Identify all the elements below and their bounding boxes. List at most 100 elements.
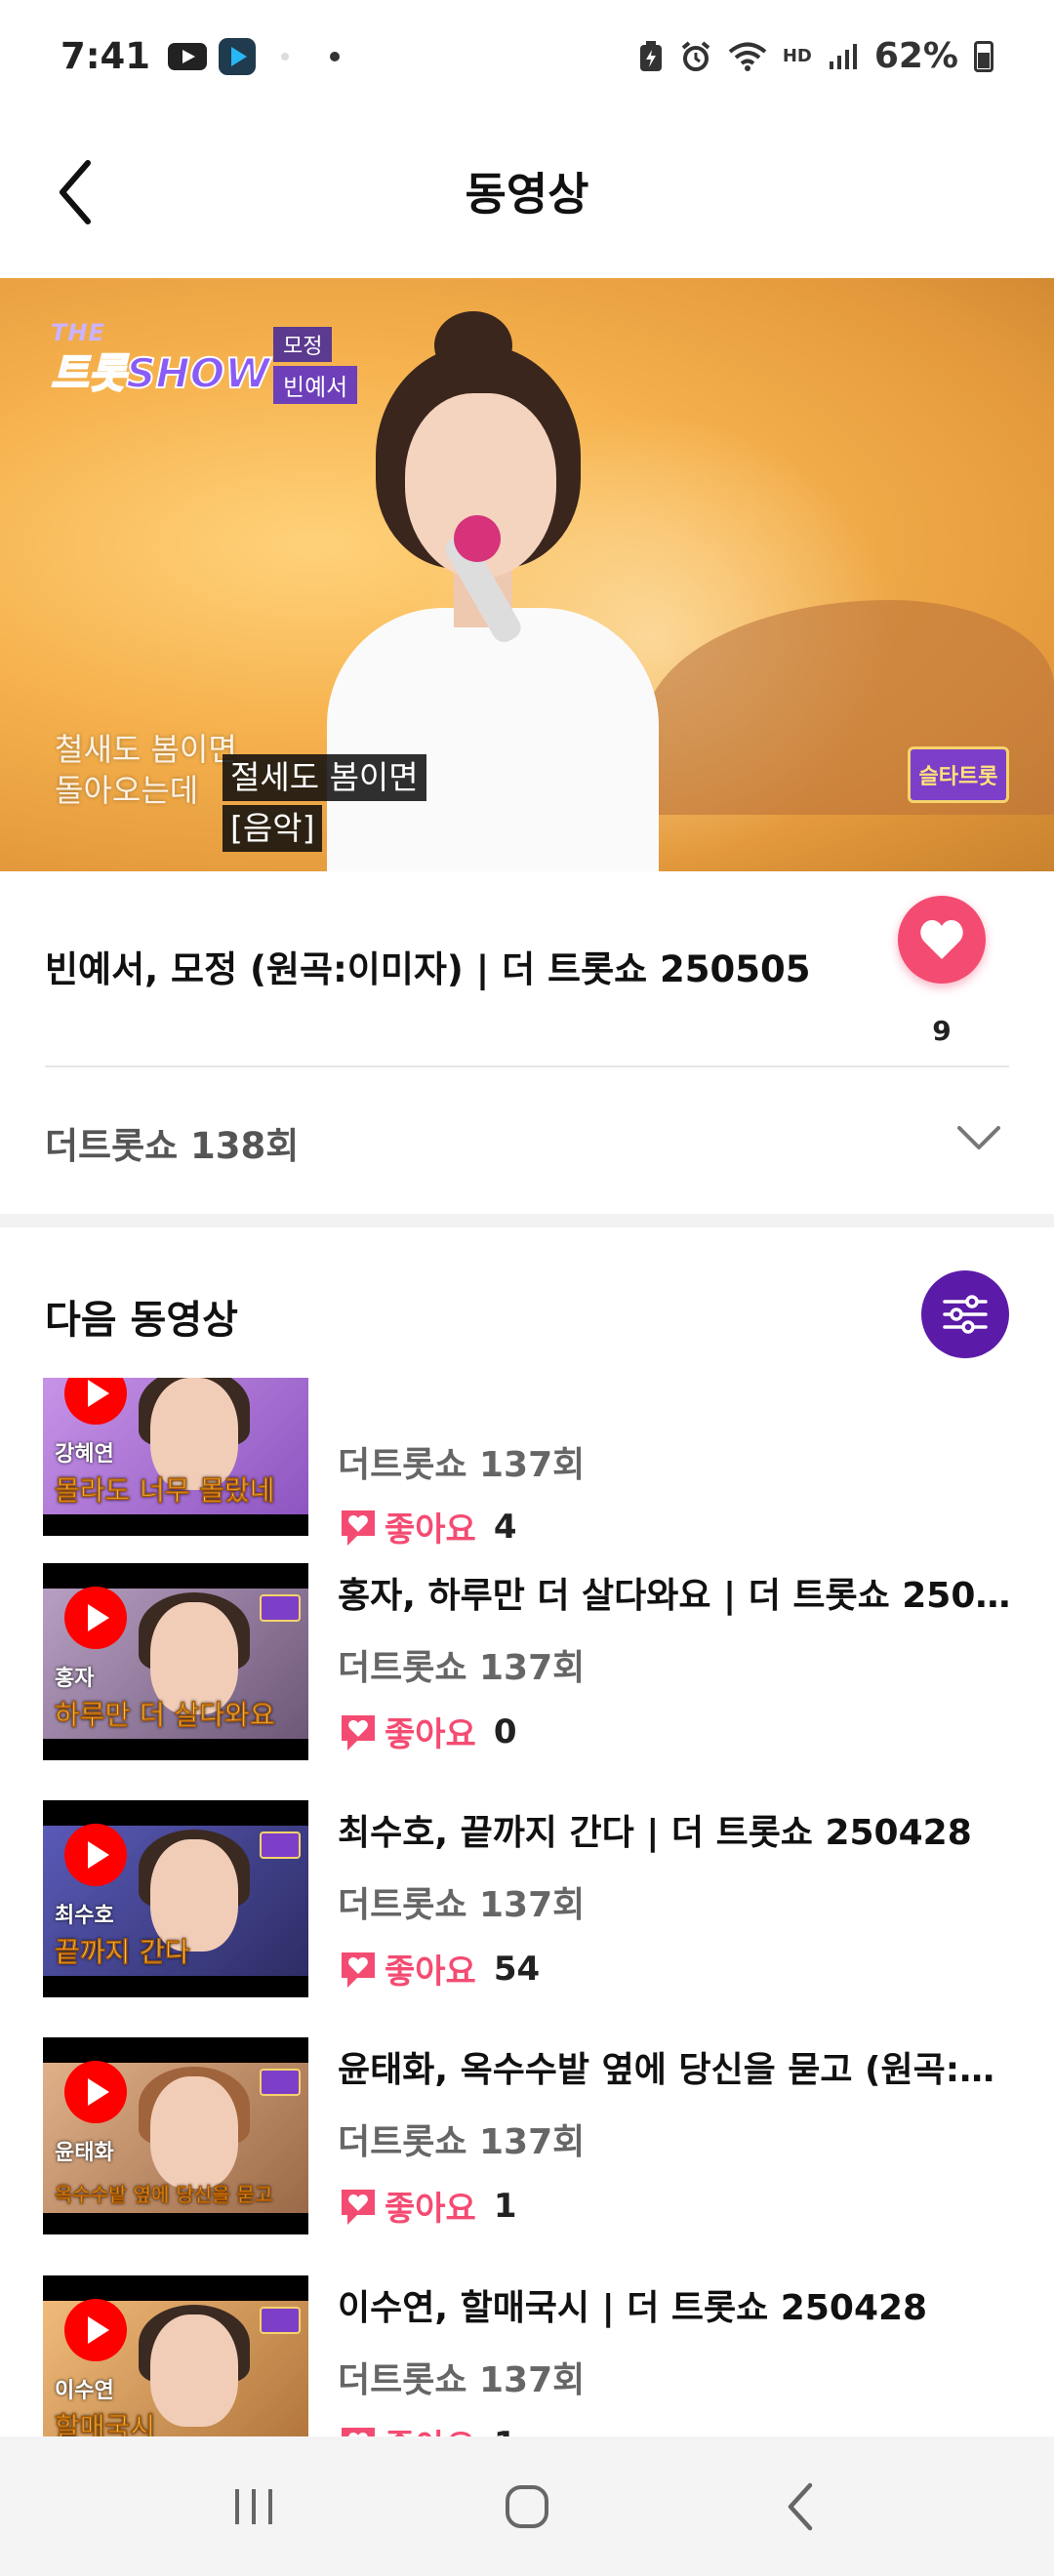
- thumbnail-artist: 최수호: [55, 1904, 114, 1928]
- system-back-button[interactable]: [751, 2468, 849, 2546]
- alarm-icon: [681, 40, 710, 71]
- system-icons: HD 62%: [638, 36, 993, 76]
- item-title: 홍자, 하루만 더 살다와요 | 더 트롯쇼 250428: [338, 1576, 1011, 1616]
- closed-caption-line1: 절세도 봄이면: [223, 754, 426, 801]
- thumbnail-song: 하루만 더 살다와요: [55, 1699, 275, 1732]
- burned-in-subtitle-line1: 철새도 봄이면: [55, 731, 237, 768]
- back-icon: [788, 2482, 813, 2530]
- notification-icons: [168, 37, 341, 75]
- thumbnail-song: 끝까지 간다: [55, 1936, 190, 1969]
- list-item[interactable]: 윤태화 옥수수밭 옆에 당신을 묻고 윤태화, 옥수수밭 옆에 당신을 묻고 (…: [0, 2037, 1054, 2234]
- list-item[interactable]: 홍자 하루만 더 살다와요 홍자, 하루만 더 살다와요 | 더 트롯쇼 250…: [0, 1563, 1054, 1760]
- recent-apps-button[interactable]: [205, 2468, 303, 2546]
- like-label: 좋아요: [385, 2420, 476, 2436]
- burned-in-subtitle-line2: 돌아오는데: [55, 772, 199, 809]
- list-item[interactable]: 최수호 끝까지 간다 최수호, 끝까지 간다 | 더 트롯쇼 250428 더트…: [0, 1800, 1054, 1997]
- more-notifications-dot-icon: [330, 51, 341, 61]
- battery-icon: [974, 40, 993, 72]
- section-separator: [0, 1214, 1054, 1228]
- like-count: 1: [493, 2186, 517, 2226]
- like-label: 좋아요: [385, 1510, 476, 1550]
- microphone-head: [454, 515, 501, 562]
- home-button[interactable]: [478, 2468, 576, 2546]
- filter-sliders-icon: [943, 1295, 988, 1334]
- status-bar: 7:41 HD 62%: [0, 0, 1054, 112]
- show-logo: THE 트롯SHOW: [50, 319, 271, 400]
- thumbnail-song: 몰라도 너무 몰랐네: [55, 1474, 275, 1508]
- corner-logo: 슬타트롯: [908, 746, 1009, 803]
- like-count: 0: [493, 1711, 517, 1751]
- like-bubble-icon: [342, 1509, 375, 1546]
- burned-in-subtitle: 철새도 봄이면 돌아오는데: [55, 729, 237, 811]
- video-thumbnail[interactable]: 최수호 끝까지 간다: [43, 1800, 308, 1997]
- play-icon: [64, 1824, 127, 1886]
- thumbnail-artist: 윤태화: [55, 2141, 114, 2165]
- video-thumbnail[interactable]: 윤태화 옥수수밭 옆에 당신을 묻고: [43, 2037, 308, 2234]
- list-item[interactable]: 이수연 할매국시 이수연, 할매국시 | 더 트롯쇼 250428 더트롯쇼 1…: [0, 2275, 1054, 2436]
- player-notification-icon: [219, 37, 257, 75]
- play-icon: [64, 2061, 127, 2123]
- play-icon: [64, 2299, 127, 2361]
- item-likes: 좋아요 1: [338, 2420, 517, 2436]
- battery-saver-icon: [639, 40, 662, 71]
- item-episode: 더트롯쇼 137회: [338, 1885, 586, 1925]
- filter-button[interactable]: [921, 1270, 1009, 1358]
- battery-percent: 62%: [873, 36, 958, 76]
- next-videos-list[interactable]: 강혜연 몰라도 너무 몰랐네 더트롯쇼 137회 좋아요 4 홍자 하루만 더 …: [0, 1378, 1054, 2436]
- heart-icon: [920, 920, 963, 959]
- next-videos-heading: 다음 동영상: [45, 1298, 238, 1343]
- item-episode: 더트롯쇼 137회: [338, 1445, 586, 1485]
- status-time: 7:41: [61, 35, 151, 77]
- show-badge-icon: [260, 2069, 301, 2096]
- thumbnail-artist: 홍자: [55, 1667, 95, 1691]
- item-likes: 좋아요 54: [338, 1945, 540, 1992]
- like-count: 9: [932, 1015, 952, 1047]
- like-bubble-icon: [342, 1952, 375, 1988]
- like-label: 좋아요: [385, 2190, 476, 2229]
- youtube-notification-icon: [168, 42, 208, 70]
- item-likes: 좋아요 1: [338, 2182, 517, 2230]
- song-tag: 모정 빈예서: [273, 327, 358, 404]
- video-player[interactable]: THE 트롯SHOW 모정 빈예서 슬타트롯 철새도 봄이면 돌아오는데 절세도…: [0, 278, 1054, 871]
- signal-icon: [829, 43, 857, 69]
- app-header: 동영상: [0, 112, 1054, 278]
- closed-caption: 절세도 봄이면 [음악]: [223, 754, 426, 852]
- thumbnail-person: [150, 2314, 238, 2427]
- thumbnail-artist: 이수연: [55, 2379, 114, 2403]
- like-label: 좋아요: [385, 1952, 476, 1992]
- item-title: 최수호, 끝까지 간다 | 더 트롯쇼 250428: [338, 1813, 972, 1853]
- video-thumbnail[interactable]: 이수연 할매국시: [43, 2275, 308, 2436]
- like-bubble-icon: [342, 1714, 375, 1751]
- item-episode: 더트롯쇼 137회: [338, 2122, 586, 2162]
- video-thumbnail[interactable]: 홍자 하루만 더 살다와요: [43, 1563, 308, 1760]
- video-thumbnail[interactable]: 강혜연 몰라도 너무 몰랐네: [43, 1378, 308, 1536]
- item-episode: 더트롯쇼 137회: [338, 1648, 586, 1688]
- show-badge-icon: [260, 1594, 301, 1622]
- closed-caption-line2: [음악]: [223, 805, 323, 852]
- chevron-down-icon: [957, 1126, 1000, 1149]
- show-logo-name: 트롯SHOW: [50, 348, 271, 398]
- song-tag-artist: 빈예서: [273, 366, 358, 404]
- wifi-icon: [728, 42, 767, 71]
- recent-apps-icon: [235, 2488, 272, 2524]
- like-label: 좋아요: [385, 1715, 476, 1754]
- song-tag-title: 모정: [273, 327, 333, 362]
- item-title: 윤태화, 옥수수밭 옆에 당신을 묻고 (원곡:주현미) | 더 트롯쇼: [338, 2050, 1011, 2090]
- item-likes: 좋아요 4: [338, 1503, 517, 1550]
- episode-selector[interactable]: 더트롯쇼 138회: [0, 1067, 1054, 1214]
- like-bubble-icon: [342, 2189, 375, 2225]
- hd-voice-icon: HD: [782, 45, 812, 66]
- home-icon: [506, 2484, 548, 2528]
- faint-dot-icon: [281, 52, 290, 60]
- item-likes: 좋아요 0: [338, 1708, 517, 1755]
- thumbnail-person: [150, 2076, 238, 2189]
- like-button[interactable]: [898, 896, 986, 984]
- thumbnail-song: 옥수수밭 옆에 당신을 묻고: [55, 2183, 273, 2207]
- list-item[interactable]: 강혜연 몰라도 너무 몰랐네 더트롯쇼 137회 좋아요 4: [0, 1378, 1054, 1550]
- singer-hair-bun: [434, 311, 512, 380]
- like-bubble-icon: [342, 2427, 375, 2436]
- show-badge-icon: [260, 2307, 301, 2334]
- like-count: 54: [493, 1949, 541, 1989]
- like-count: 4: [493, 1507, 517, 1547]
- episode-label: 더트롯쇼 138회: [45, 1125, 300, 1167]
